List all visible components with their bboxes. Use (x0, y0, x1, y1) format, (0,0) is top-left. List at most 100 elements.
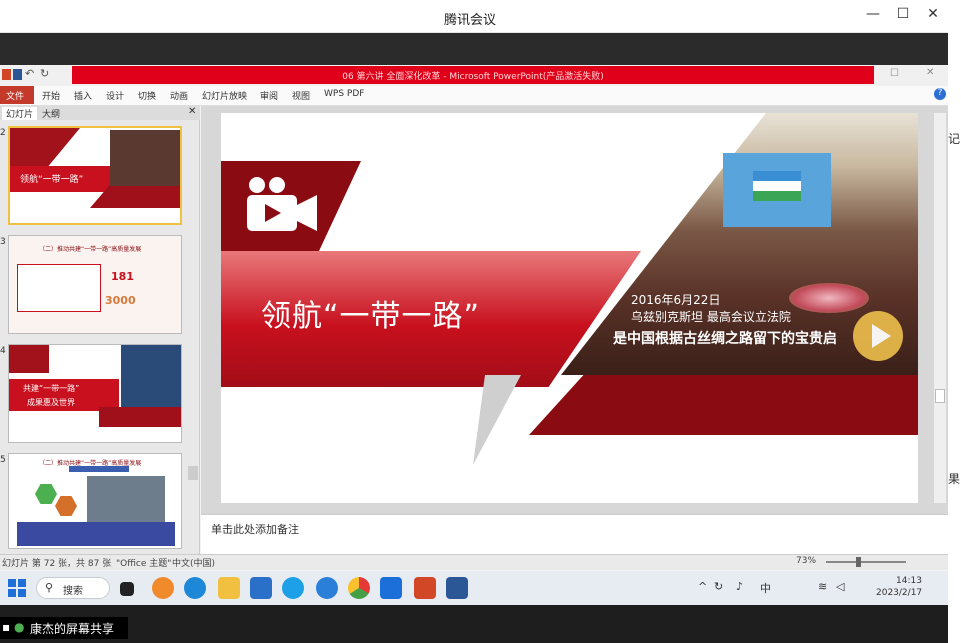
scroll-thumb[interactable] (935, 389, 945, 403)
help-icon[interactable]: ? (934, 88, 946, 100)
slide-thumb-2[interactable]: 领航“一带一路” (8, 126, 182, 225)
ppt-title-band: 06 第六讲 全面深化改革 - Microsoft PowerPoint(产品激… (72, 66, 874, 84)
close-button[interactable]: ✕ (922, 6, 944, 22)
mail-icon[interactable] (250, 577, 272, 599)
thumb3-box (17, 264, 101, 312)
slide-location: 乌兹别克斯坦 最高会议立法院 (631, 310, 791, 324)
clock-time[interactable]: 14:13 (896, 576, 922, 586)
thumb5-subhead (69, 466, 129, 472)
menu-review[interactable]: 审阅 (260, 89, 278, 102)
photo-flowers (789, 283, 869, 313)
thumb4-text1: 共建“一带一路” (23, 384, 80, 393)
edge-text-2: 果 (948, 472, 961, 486)
thumb4-text2: 成果惠及世界 (27, 398, 75, 407)
panel-tabs: 幻灯片 大纲 ✕ (0, 106, 200, 120)
clock-date[interactable]: 2023/2/17 (876, 588, 922, 598)
task-view-icon[interactable] (120, 582, 134, 596)
word-icon[interactable] (446, 577, 468, 599)
thumb5-textbox (17, 522, 175, 546)
taskbar-search[interactable]: ⚲ 搜索 (36, 577, 110, 599)
search-icon: ⚲ (45, 581, 54, 594)
meeting-title-bar: 腾讯会议 — ☐ ✕ (0, 0, 948, 33)
status-slide-info: 幻灯片 第 72 张，共 87 张 (2, 559, 112, 569)
slide-bottom-band (529, 375, 918, 435)
menu-animations[interactable]: 动画 (170, 89, 188, 102)
windows-taskbar (0, 571, 948, 605)
save-icon[interactable] (13, 69, 22, 80)
meeting-toolbar-area (0, 33, 948, 65)
play-button[interactable] (853, 311, 903, 361)
app-orange-icon[interactable] (152, 577, 174, 599)
share-mic-icon: ● (14, 620, 25, 634)
right-edge-strip: 记 果 (948, 0, 961, 643)
slide-number-3: 3 (0, 237, 6, 247)
redo-icon[interactable]: ↻ (40, 67, 49, 80)
slide-caption: 是中国根据古丝绸之路留下的宝贵启 (613, 331, 837, 347)
slide-shard (473, 375, 521, 465)
tab-outline[interactable]: 大纲 (42, 107, 60, 120)
slide-number-4: 4 (0, 346, 6, 356)
menu-wps-pdf[interactable]: WPS PDF (324, 89, 364, 99)
tray-sync-icon[interactable]: ↻ (714, 580, 723, 593)
menu-design[interactable]: 设计 (106, 89, 124, 102)
share-bar (0, 605, 948, 643)
edge-icon[interactable] (184, 577, 206, 599)
windows-start-icon[interactable] (8, 579, 26, 601)
menu-home[interactable]: 开始 (42, 89, 60, 102)
thumb4-band2 (99, 407, 181, 427)
slide-title: 领航“一带一路” (261, 299, 481, 334)
thumb4-corner (9, 345, 49, 373)
ie-icon[interactable] (316, 577, 338, 599)
ppt-app-icon (2, 69, 11, 80)
thumb2-red-corner (10, 128, 80, 166)
thumb3-n2: 3000 (105, 294, 136, 307)
ppt-restore-button[interactable]: ☐ (890, 68, 899, 79)
ppt-document-title: 06 第六讲 全面深化改革 - Microsoft PowerPoint(产品激… (342, 72, 604, 82)
thumb5-hex1 (35, 484, 57, 504)
menu-transitions[interactable]: 切换 (138, 89, 156, 102)
status-zoom: 73% (796, 556, 817, 566)
chrome-icon[interactable] (348, 577, 370, 599)
tab-slides[interactable]: 幻灯片 (2, 107, 38, 120)
menu-view[interactable]: 视图 (292, 89, 310, 102)
slide-thumb-4[interactable]: 共建“一带一路” 成果惠及世界 (8, 344, 182, 443)
edge-text-1: 记 (948, 132, 961, 146)
thumb4-photo (121, 345, 181, 407)
thumb3-heading: （二）推动共建“一带一路”高质量发展 (39, 246, 142, 253)
slide-thumb-5[interactable]: （二）推动共建“一带一路”高质量发展 (8, 453, 182, 549)
tray-lang[interactable]: 中 (760, 580, 771, 596)
menu-insert[interactable]: 插入 (74, 89, 92, 102)
share-label: 康杰的屏幕共享 (30, 622, 115, 636)
slide-number-5: 5 (0, 455, 6, 465)
panel-scrollbar[interactable] (188, 466, 198, 480)
screen-share-badge: ▪ ● 康杰的屏幕共享 (0, 617, 128, 639)
menu-file[interactable]: 文件 (0, 86, 34, 104)
slide-thumb-3[interactable]: （二）推动共建“一带一路”高质量发展 181 3000 (8, 235, 182, 334)
undo-icon[interactable]: ↶ (25, 67, 34, 80)
photo-flag (753, 171, 801, 201)
menu-slideshow[interactable]: 幻灯片放映 (202, 89, 247, 102)
minimize-button[interactable]: — (862, 6, 884, 22)
slide-number-2: 2 (0, 128, 6, 138)
ppt-close-button[interactable]: ✕ (926, 67, 934, 78)
tray-chevron-icon[interactable]: ^ (698, 580, 707, 593)
tencent-meeting-icon[interactable] (380, 577, 402, 599)
thumb3-n1: 181 (111, 270, 134, 283)
current-slide: 领航“一带一路” 2016年6月22日 乌兹别克斯坦 最高会议立法院 是中国根据… (221, 113, 918, 503)
zoom-slider-thumb[interactable] (856, 557, 861, 567)
slide-vertical-scrollbar[interactable] (934, 113, 946, 503)
file-explorer-icon[interactable] (218, 577, 240, 599)
browser-icon[interactable] (282, 577, 304, 599)
wifi-icon[interactable]: ≋ (818, 580, 827, 593)
powerpoint-icon[interactable] (414, 577, 436, 599)
panel-close-icon[interactable]: ✕ (188, 106, 196, 117)
zoom-slider[interactable] (826, 561, 906, 563)
thumb5-photo (87, 476, 165, 524)
volume-icon[interactable]: ◁ (836, 580, 844, 593)
share-screen-icon: ▪ (2, 620, 11, 634)
maximize-button[interactable]: ☐ (892, 6, 914, 22)
tray-mic-icon[interactable]: ♪ (736, 580, 743, 593)
notes-pane[interactable]: 单击此处添加备注 (201, 514, 948, 554)
status-language: 中文(中国) (172, 559, 216, 569)
status-theme: "Office 主题" (116, 559, 172, 569)
